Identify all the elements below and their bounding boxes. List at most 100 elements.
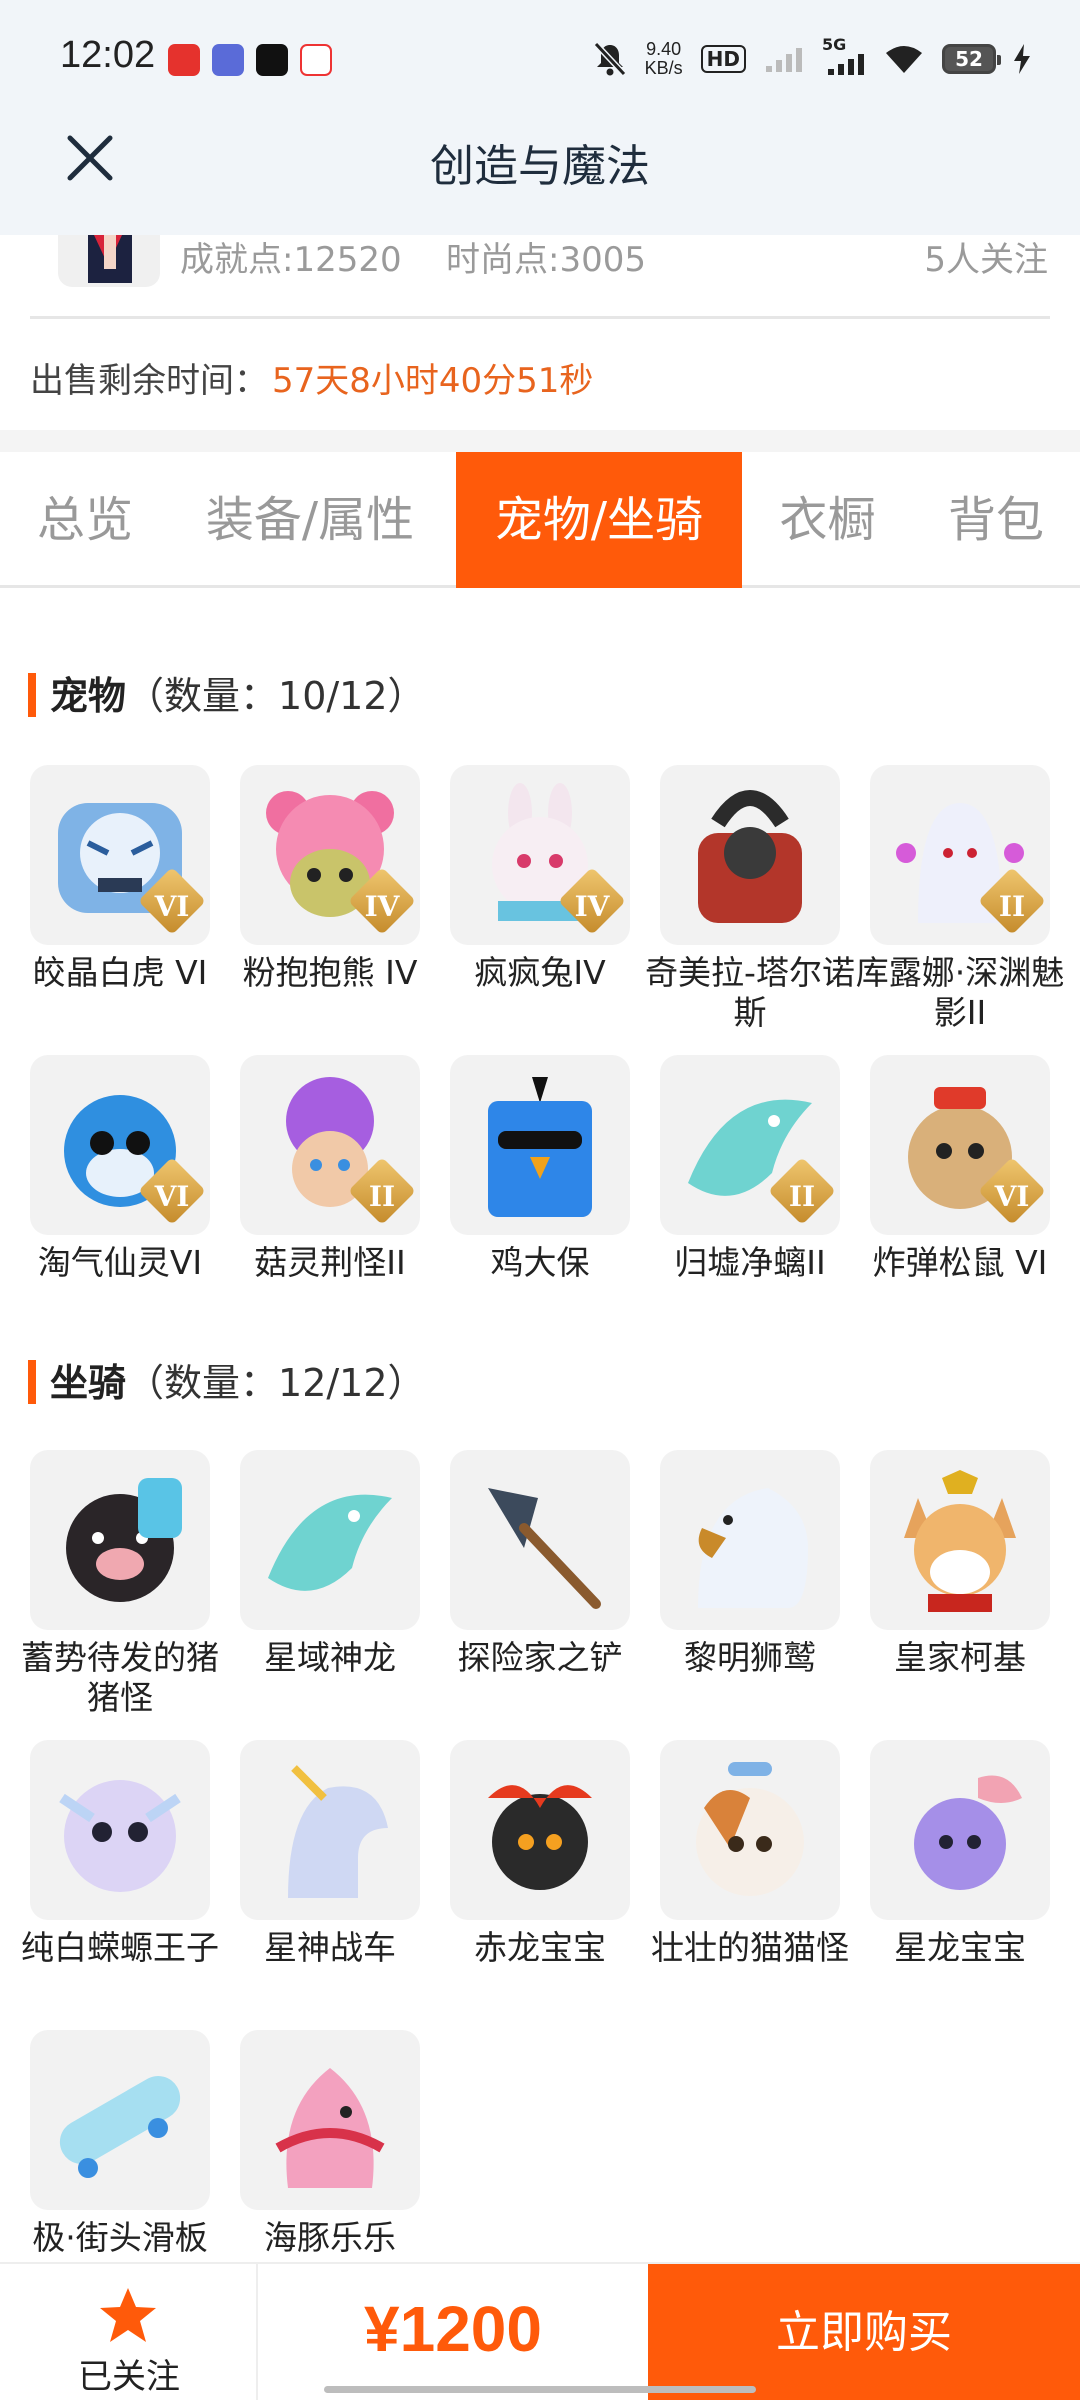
pets-item[interactable]: 鸡大保: [450, 1055, 630, 1283]
mounts-item[interactable]: 黎明狮鹫: [660, 1450, 840, 1678]
pets-name: 奇美拉-塔尔诺斯: [645, 953, 855, 1032]
tier-label: VI: [154, 1180, 190, 1213]
pig-icon: [66, 1478, 182, 1602]
buy-now-button[interactable]: 立即购买: [648, 2264, 1080, 2400]
red-dragon-icon: [488, 1785, 592, 1890]
wifi-icon: [886, 46, 922, 73]
pets-item[interactable]: IV 粉抱抱熊 IV: [240, 765, 420, 993]
tier-label: VI: [994, 1180, 1030, 1213]
mounts-thumbnail: [240, 2030, 420, 2210]
divider: [30, 316, 1050, 319]
tab-pets-mounts[interactable]: 宠物/坐骑: [456, 452, 742, 588]
mounts-thumbnail: [30, 2030, 210, 2210]
avatar-image: [88, 235, 132, 283]
follow-label: 已关注: [78, 2357, 180, 2397]
mounts-name: 赤龙宝宝: [474, 1928, 606, 1967]
mounts-thumbnail: [30, 1450, 210, 1630]
tier-label: IV: [364, 890, 400, 923]
mounts-name: 纯白蝾螈王子: [21, 1928, 219, 1967]
home-indicator[interactable]: [324, 2386, 756, 2393]
mounts-thumbnail: [450, 1740, 630, 1920]
signal-strong-icon: [828, 54, 864, 75]
mounts-item[interactable]: 纯白蝾螈王子: [21, 1740, 219, 1968]
follow-button[interactable]: 已关注: [0, 2264, 258, 2400]
status-bar: 12:02 9.40 KB/s HD 5G 52: [0, 0, 1080, 120]
mounts-name: 皇家柯基: [894, 1638, 1026, 1677]
mounts-name: 黎明狮鹫: [684, 1638, 816, 1677]
mounts-item[interactable]: 星神战车: [240, 1740, 420, 1968]
pets-thumbnail: IV: [450, 765, 630, 945]
mounts-item[interactable]: 蓄势待发的猪猪怪: [21, 1450, 219, 1718]
tab-backpack[interactable]: 背包: [920, 452, 1072, 588]
followers-count: 5人关注: [924, 240, 1048, 280]
tab-wardrobe[interactable]: 衣橱: [760, 452, 895, 588]
horse-icon: [288, 1765, 388, 1898]
avatar[interactable]: [58, 235, 160, 287]
network-speed: 9.40 KB/s: [644, 39, 683, 78]
mounts-thumbnail: [450, 1450, 630, 1630]
notification-app-icon: [168, 44, 200, 76]
mounts-item[interactable]: 海豚乐乐: [240, 2030, 420, 2258]
tier-label: II: [788, 1180, 816, 1213]
mounts-item[interactable]: 探险家之铲: [450, 1450, 630, 1678]
pets-name: 疯疯兔IV: [474, 953, 606, 992]
signal-5g: 5G: [822, 35, 866, 77]
pets-thumbnail: II: [240, 1055, 420, 1235]
dolphin-icon: [275, 2068, 385, 2188]
tab-bar: 总览 装备/属性 宠物/坐骑 衣橱 背包: [0, 452, 1080, 588]
skateboard-icon: [59, 2076, 181, 2178]
pets-item[interactable]: VI 皎晶白虎 VI: [30, 765, 210, 993]
pets-item[interactable]: VI 淘气仙灵VI: [30, 1055, 210, 1283]
battery-icon: 52: [942, 44, 1001, 74]
notification-app-icon: [212, 44, 244, 76]
pets-name: 皎晶白虎 VI: [32, 953, 208, 992]
pets-name: 炸弹松鼠 VI: [872, 1243, 1048, 1282]
tier-label: IV: [574, 890, 610, 923]
corgi-icon: [904, 1470, 1016, 1612]
section-gap: [0, 430, 1080, 452]
tier-label: II: [998, 890, 1026, 923]
mounts-thumbnail: [870, 1450, 1050, 1630]
pets-thumbnail: VI: [870, 1055, 1050, 1235]
tiktok-icon: [256, 44, 288, 76]
pets-name: 粉抱抱熊 IV: [242, 953, 418, 992]
mounts-item[interactable]: 赤龙宝宝: [450, 1740, 630, 1968]
tab-equipment[interactable]: 装备/属性: [185, 452, 435, 588]
pets-item[interactable]: 奇美拉-塔尔诺斯: [645, 765, 855, 1033]
pets-item[interactable]: II 库露娜·深渊魅影II: [856, 765, 1064, 1033]
mounts-thumbnail: [240, 1450, 420, 1630]
mounts-section-title: 坐骑（数量：12/12）: [28, 1352, 426, 1407]
mounts-thumbnail: [240, 1740, 420, 1920]
pets-item[interactable]: IV 疯疯兔IV: [450, 765, 630, 993]
eagle-icon: [698, 1488, 808, 1608]
pets-name: 库露娜·深渊魅影II: [855, 953, 1065, 1032]
mounts-item[interactable]: 皇家柯基: [870, 1450, 1050, 1678]
cat-icon: [696, 1762, 804, 1896]
status-app-icons: [168, 44, 332, 76]
tier-label: VI: [154, 890, 190, 923]
mounts-item[interactable]: 极·街头滑板: [30, 2030, 210, 2258]
price: ¥1200: [364, 2293, 542, 2365]
sale-remaining-label: 出售剩余时间：: [30, 361, 268, 401]
bottom-action-bar: 已关注 ¥1200 立即购买: [0, 2262, 1080, 2400]
pets-item[interactable]: VI 炸弹松鼠 VI: [870, 1055, 1050, 1283]
mounts-item[interactable]: 壮壮的猫猫怪: [651, 1740, 849, 1968]
chimera-icon: [698, 790, 802, 923]
fashion-points: 时尚点:3005: [446, 240, 646, 280]
pets-thumbnail: VI: [30, 1055, 210, 1235]
shovel-icon: [488, 1488, 601, 1609]
star-icon: [100, 2288, 156, 2342]
pets-thumbnail: II: [660, 1055, 840, 1235]
tab-overview[interactable]: 总览: [0, 452, 170, 588]
pets-item[interactable]: II 菇灵荆怪II: [240, 1055, 420, 1283]
pets-item[interactable]: II 归墟净螭II: [660, 1055, 840, 1283]
baby-dragon-icon: [914, 1775, 1022, 1890]
mounts-name: 蓄势待发的猪猪怪: [21, 1638, 219, 1717]
pets-name: 菇灵荆怪II: [254, 1243, 406, 1282]
pets-thumbnail: IV: [240, 765, 420, 945]
mounts-name: 探险家之铲: [457, 1638, 623, 1677]
pets-thumbnail: [660, 765, 840, 945]
page-title: 创造与魔法: [430, 141, 650, 192]
mounts-item[interactable]: 星龙宝宝: [870, 1740, 1050, 1968]
mounts-item[interactable]: 星域神龙: [240, 1450, 420, 1678]
